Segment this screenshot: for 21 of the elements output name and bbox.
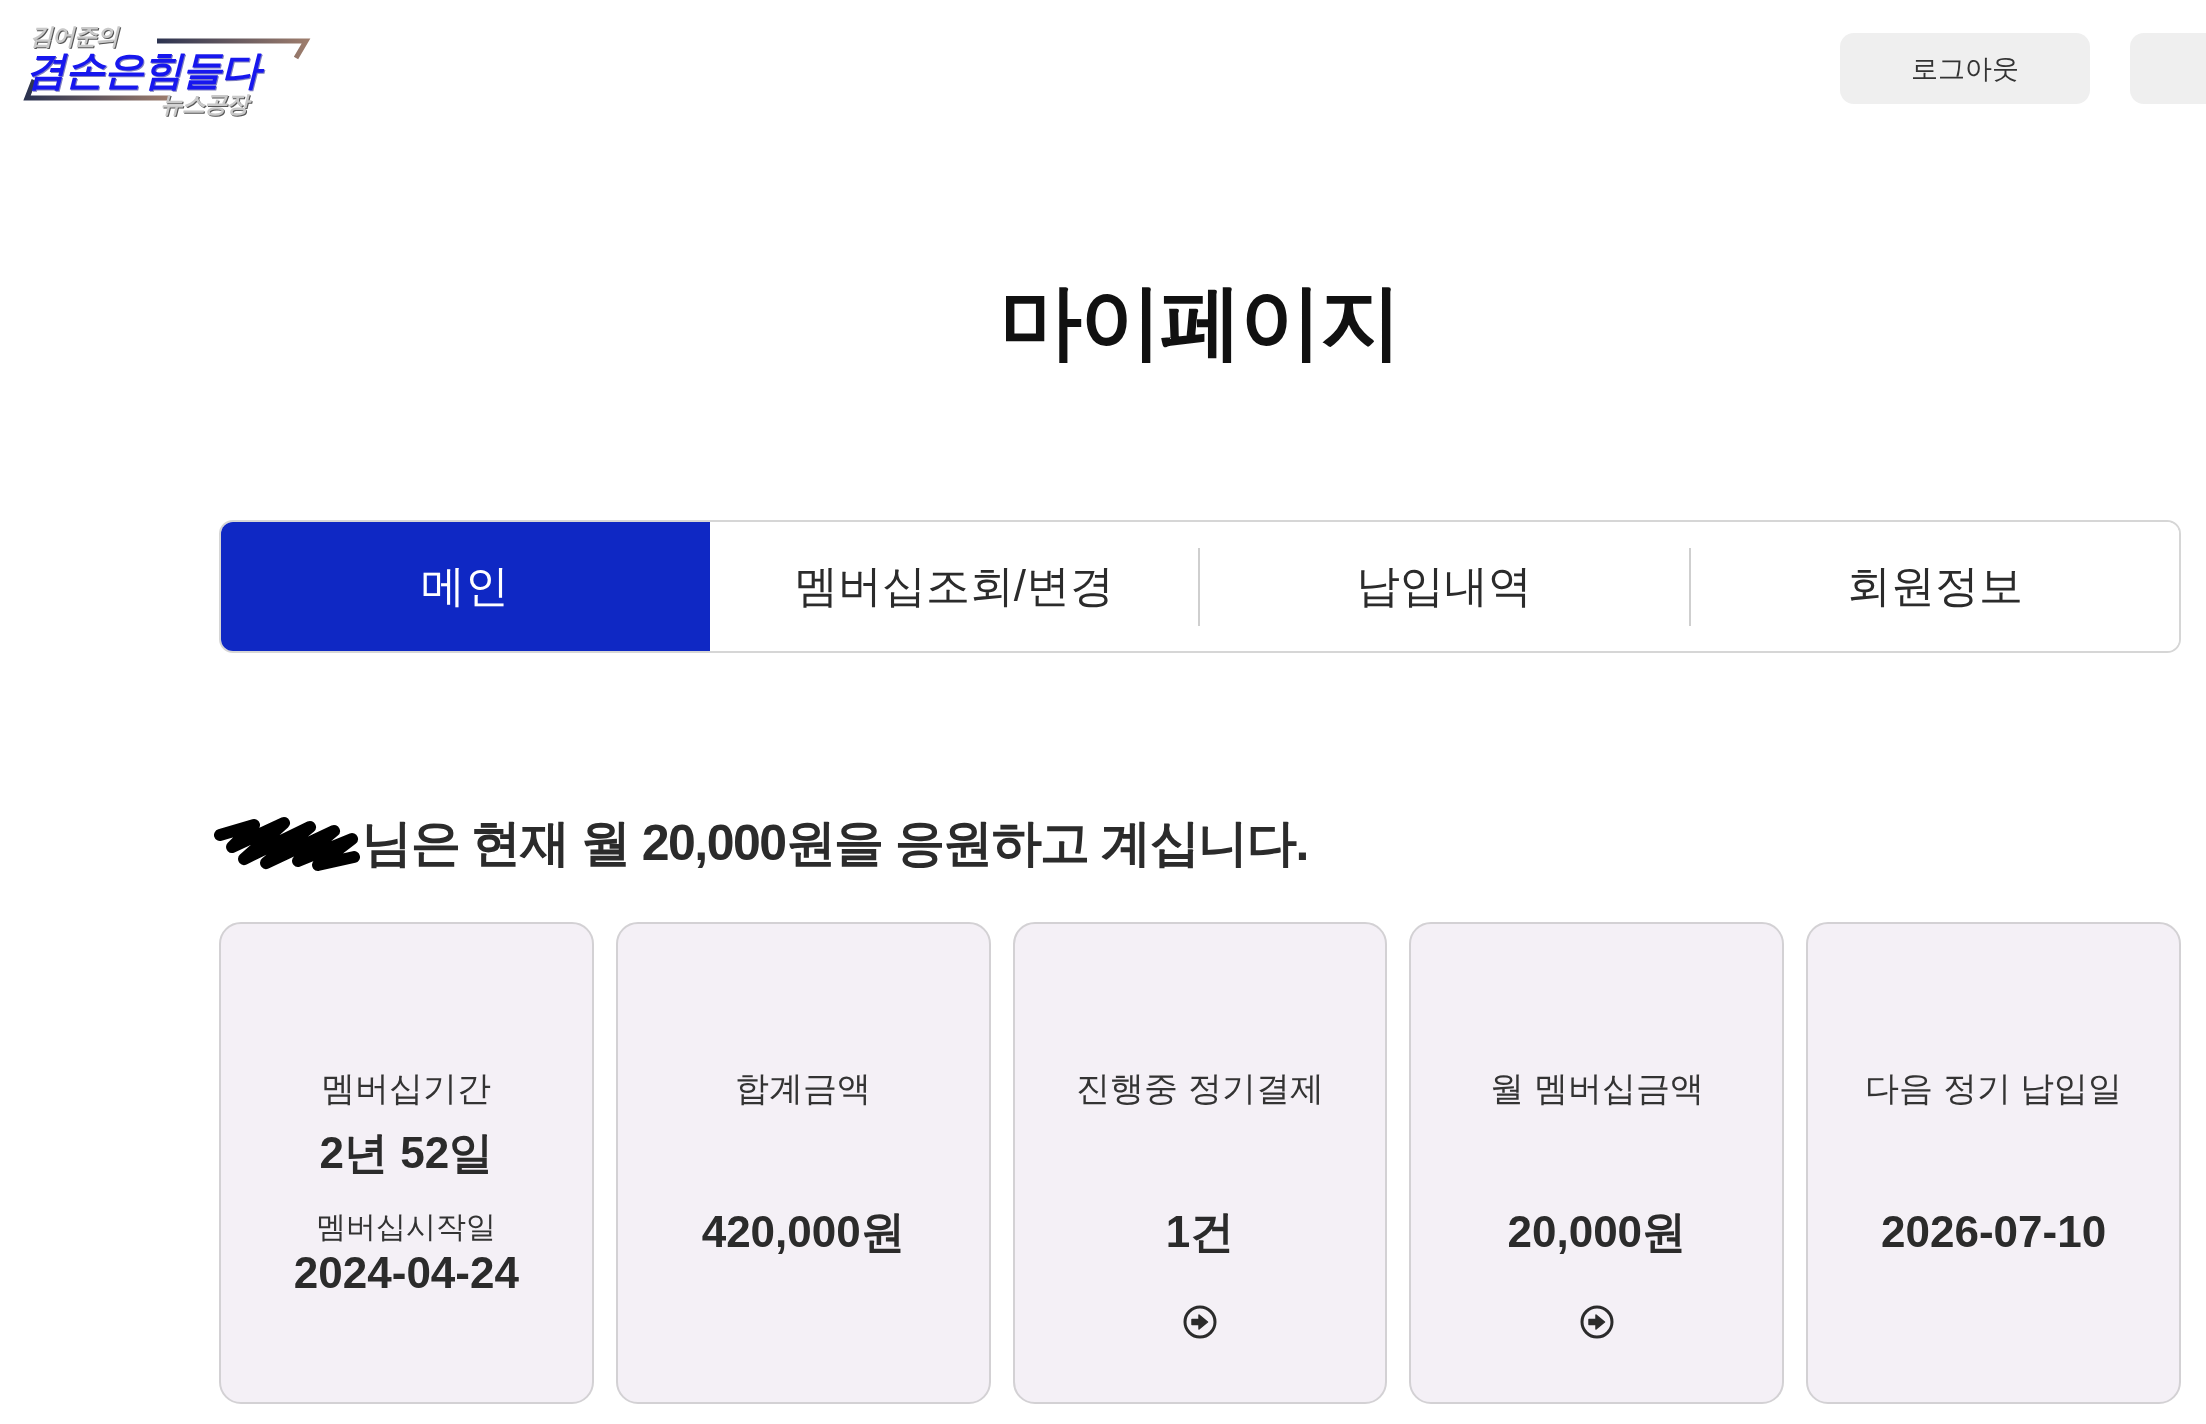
- card-label: 합계금액: [735, 1068, 872, 1109]
- logout-button[interactable]: 로그아웃: [1840, 33, 2090, 104]
- arrow-circle-icon[interactable]: [1579, 1305, 1614, 1339]
- greeting-text: 님은 현재 월 20,000원을 응원하고 계십니다.: [362, 814, 1308, 873]
- arrow-circle-icon[interactable]: [1183, 1305, 1217, 1339]
- card-sub-value: 2024-04-24: [293, 1247, 519, 1299]
- tab[interactable]: 메인: [221, 522, 710, 651]
- page-title: 마이페이지: [1000, 275, 1400, 369]
- card-label: 멤버십기간: [321, 1068, 492, 1109]
- logo-title: 겸손은힘들다: [26, 48, 266, 92]
- card-sub-label: 멤버십시작일: [316, 1209, 497, 1245]
- card-label: 다음 정기 납입일: [1865, 1068, 2123, 1109]
- card-value: 420,000원: [701, 1206, 905, 1258]
- card-value: 20,000원: [1507, 1206, 1687, 1258]
- card-label: 진행중 정기결제: [1076, 1068, 1324, 1109]
- logo-tagline: 김어준의: [30, 24, 121, 48]
- card-value: 2년 52일: [319, 1127, 494, 1179]
- card-value: 1건: [1165, 1206, 1235, 1258]
- card-value: 2026-07-10: [1881, 1206, 2107, 1258]
- logo-subtitle: 뉴스공장: [160, 92, 252, 116]
- card-label: 월 멤버십금액: [1490, 1068, 1704, 1109]
